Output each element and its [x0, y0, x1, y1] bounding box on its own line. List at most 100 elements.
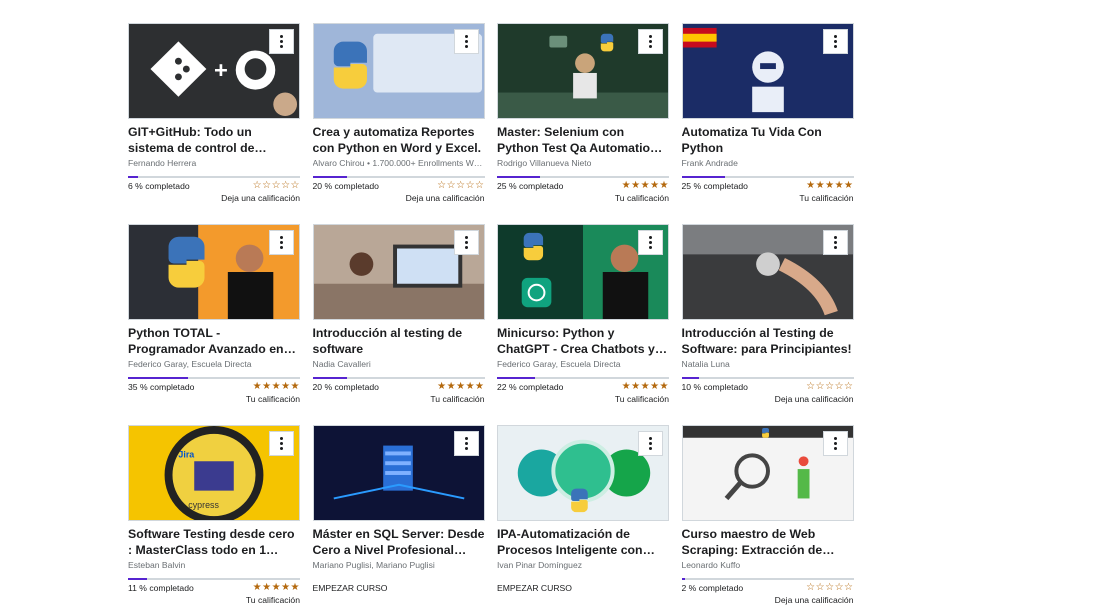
course-title[interactable]: Crea y automatiza Reportes con Python en…: [313, 125, 485, 156]
course-card[interactable]: Crea y automatiza Reportes con Python en…: [312, 23, 485, 213]
course-instructor: Nadia Cavalleri: [312, 359, 371, 369]
progress-bar: [497, 377, 669, 379]
progress-label: 25 % completado: [497, 181, 564, 191]
star-rating-icon[interactable]: ★★★★★: [253, 582, 300, 593]
svg-text:+: +: [214, 58, 228, 84]
progress-label: 20 % completado: [312, 181, 379, 191]
star-rating-icon[interactable]: ★★★★★: [622, 381, 669, 392]
course-options-button[interactable]: [453, 431, 479, 456]
rating-label[interactable]: Tu calificación: [430, 394, 484, 404]
progress-bar: [681, 377, 854, 379]
more-vertical-icon: [833, 437, 837, 450]
progress-bar-fill: [681, 578, 685, 580]
star-rating-icon[interactable]: ☆☆☆☆☆: [437, 180, 484, 191]
course-title[interactable]: Automatiza Tu Vida Con Python: [682, 125, 854, 156]
progress-label: 25 % completado: [681, 181, 748, 191]
progress-bar: [312, 176, 485, 178]
course-instructor: Rodrigo Villanueva Nieto: [497, 158, 592, 168]
course-title[interactable]: Master: Selenium con Python Test Qa Auto…: [497, 125, 669, 156]
course-card[interactable]: Introducción al Testing de Software: par…: [681, 224, 854, 414]
course-instructor: Fernando Herrera: [128, 158, 197, 168]
progress-bar-fill: [681, 176, 725, 178]
rating-label[interactable]: Tu calificación: [615, 193, 669, 203]
star-rating-icon[interactable]: ☆☆☆☆☆: [806, 582, 853, 593]
rating-label[interactable]: Deja una calificación: [775, 595, 854, 605]
course-title[interactable]: Curso maestro de Web Scraping: Extracció…: [682, 527, 854, 558]
progress-bar-fill: [681, 377, 699, 379]
course-options-button[interactable]: [269, 29, 294, 54]
course-options-button[interactable]: [269, 431, 294, 456]
course-options-button[interactable]: [453, 29, 479, 54]
more-vertical-icon: [280, 236, 283, 249]
rating-label[interactable]: Tu calificación: [799, 193, 853, 203]
course-title[interactable]: Introducción al Testing de Software: par…: [682, 326, 854, 357]
course-instructor: Ivan Pinar Domínguez: [497, 560, 583, 570]
rating-label[interactable]: Tu calificación: [246, 394, 300, 404]
more-vertical-icon: [649, 35, 652, 48]
course-options-button[interactable]: [822, 230, 848, 255]
star-rating-icon[interactable]: ★★★★★: [253, 381, 300, 392]
course-title[interactable]: Software Testing desde cero : MasterClas…: [128, 527, 300, 558]
course-instructor: Frank Andrade: [681, 158, 738, 168]
course-card[interactable]: Master: Selenium con Python Test Qa Auto…: [497, 23, 669, 213]
course-card[interactable]: Máster en SQL Server: Desde Cero a Nivel…: [312, 425, 485, 615]
star-rating-icon[interactable]: ★★★★★: [437, 381, 484, 392]
progress-bar-fill: [312, 377, 347, 379]
course-options-button[interactable]: [269, 230, 294, 255]
more-vertical-icon: [280, 35, 283, 48]
course-card[interactable]: Python TOTAL - Programador Avanzado en 1…: [128, 224, 300, 414]
course-card[interactable]: Introducción al testing de software Nadi…: [312, 224, 485, 414]
progress-label: 35 % completado: [128, 382, 195, 392]
course-instructor: Federico Garay, Escuela Directa: [128, 359, 252, 369]
more-vertical-icon: [833, 35, 837, 48]
progress-bar: [497, 176, 669, 178]
more-vertical-icon: [649, 236, 652, 249]
rating-label[interactable]: Deja una calificación: [406, 193, 485, 203]
course-options-button[interactable]: [822, 431, 848, 456]
progress-bar: [681, 176, 854, 178]
more-vertical-icon: [649, 437, 652, 450]
course-options-button[interactable]: [822, 29, 848, 54]
svg-text:cypress: cypress: [188, 500, 219, 510]
course-instructor: Natalia Luna: [681, 359, 730, 369]
star-rating-icon[interactable]: ☆☆☆☆☆: [253, 180, 300, 191]
progress-bar-fill: [312, 176, 347, 178]
course-card[interactable]: Automatiza Tu Vida Con Python Frank Andr…: [681, 23, 854, 213]
course-card[interactable]: Jira cypress Software Testing desde cero …: [128, 425, 300, 615]
rating-label[interactable]: Tu calificación: [615, 394, 669, 404]
star-rating-icon[interactable]: ☆☆☆☆☆: [806, 381, 853, 392]
rating-label[interactable]: Tu calificación: [246, 595, 300, 605]
progress-bar-fill: [128, 176, 139, 178]
course-instructor: Alvaro Chirou • 1.700.000+ Enrollments W…: [312, 158, 485, 168]
course-options-button[interactable]: [638, 230, 663, 255]
start-course-label[interactable]: EMPEZAR CURSO: [313, 583, 388, 593]
course-title[interactable]: GIT+GitHub: Todo un sistema de control d…: [128, 125, 300, 156]
progress-bar: [681, 578, 854, 580]
course-title[interactable]: Python TOTAL - Programador Avanzado en 1…: [128, 326, 300, 357]
progress-bar: [128, 377, 300, 379]
course-title[interactable]: Minicurso: Python y ChatGPT - Crea Chatb…: [497, 326, 669, 357]
progress-bar-fill: [128, 377, 189, 379]
course-title[interactable]: Introducción al testing de software: [313, 326, 485, 357]
course-card[interactable]: + GIT+GitHub: Todo un sistema de control…: [128, 23, 300, 213]
progress-label: 20 % completado: [312, 382, 379, 392]
course-options-button[interactable]: [638, 431, 663, 456]
progress-bar-fill: [128, 578, 147, 580]
progress-label: 2 % completado: [681, 583, 744, 593]
progress-bar: [128, 176, 300, 178]
course-card[interactable]: Curso maestro de Web Scraping: Extracció…: [681, 425, 854, 615]
more-vertical-icon: [833, 236, 837, 249]
svg-text:Jira: Jira: [178, 449, 194, 459]
star-rating-icon[interactable]: ★★★★★: [622, 180, 669, 191]
start-course-label[interactable]: EMPEZAR CURSO: [497, 583, 572, 593]
course-title[interactable]: IPA-Automatización de Procesos Inteligen…: [497, 527, 669, 558]
star-rating-icon[interactable]: ★★★★★: [806, 180, 853, 191]
course-card[interactable]: IPA-Automatización de Procesos Inteligen…: [497, 425, 669, 615]
course-options-button[interactable]: [453, 230, 479, 255]
course-card[interactable]: Minicurso: Python y ChatGPT - Crea Chatb…: [497, 224, 669, 414]
rating-label[interactable]: Deja una calificación: [775, 394, 854, 404]
course-options-button[interactable]: [638, 29, 663, 54]
rating-label[interactable]: Deja una calificación: [221, 193, 300, 203]
course-instructor: Federico Garay, Escuela Directa: [497, 359, 621, 369]
course-title[interactable]: Máster en SQL Server: Desde Cero a Nivel…: [313, 527, 485, 558]
